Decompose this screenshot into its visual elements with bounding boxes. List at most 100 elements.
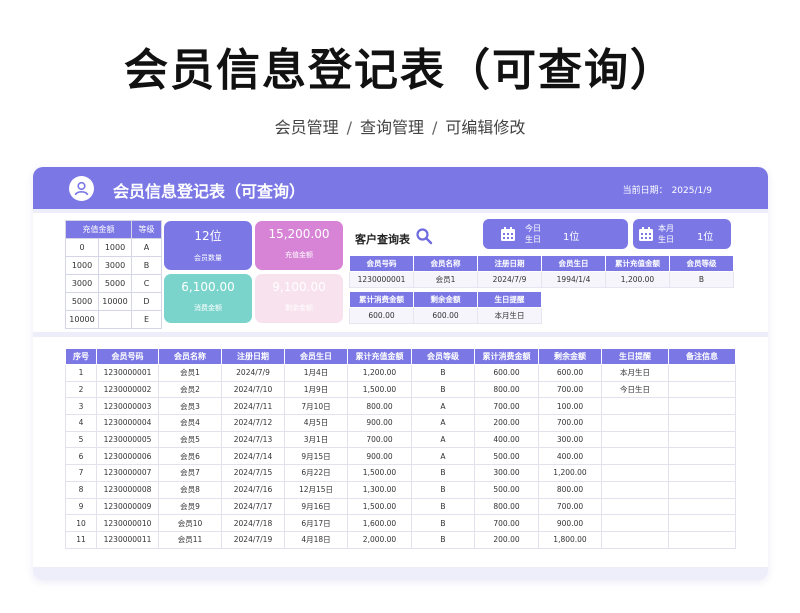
table-cell[interactable]: 2024/7/16 <box>221 480 285 499</box>
table-cell[interactable] <box>668 364 736 382</box>
table-cell[interactable] <box>668 397 736 416</box>
table-cell[interactable]: 6月22日 <box>284 464 348 482</box>
table-cell[interactable]: 7 <box>65 464 97 482</box>
table-row[interactable]: 10 1230000010 会员10 2024/7/18 6月17日 1,600.00 B 7… <box>65 514 736 532</box>
table-cell[interactable]: 800.00 <box>474 380 539 399</box>
table-cell[interactable]: A <box>411 447 475 466</box>
table-cell[interactable] <box>668 514 736 532</box>
table-cell[interactable] <box>668 464 736 482</box>
table-cell[interactable]: A <box>411 414 475 432</box>
table-cell[interactable]: 2024/7/11 <box>221 397 285 416</box>
table-cell[interactable]: 800.00 <box>347 397 412 416</box>
table-cell[interactable]: 9月16日 <box>284 497 348 516</box>
table-cell[interactable]: 4月18日 <box>284 530 348 549</box>
table-cell[interactable]: B <box>411 497 475 516</box>
column-header[interactable]: 会员名称 <box>158 348 222 365</box>
table-cell[interactable]: 2024/7/14 <box>221 447 285 466</box>
table-cell[interactable]: 800.00 <box>538 480 602 499</box>
table-cell[interactable] <box>668 530 736 549</box>
table-cell[interactable]: 6 <box>65 447 97 466</box>
table-cell[interactable] <box>601 414 669 432</box>
table-cell[interactable]: 2024/7/12 <box>221 414 285 432</box>
table-cell[interactable]: 1,500.00 <box>347 380 412 399</box>
table-cell[interactable]: A <box>411 430 475 449</box>
column-header[interactable]: 生日提醒 <box>601 348 669 365</box>
table-cell[interactable] <box>668 447 736 466</box>
table-cell[interactable]: 今日生日 <box>601 380 669 399</box>
table-row[interactable]: 3 1230000003 会员3 2024/7/11 7月10日 800.00 A 700.0… <box>65 397 736 416</box>
table-cell[interactable]: 会员6 <box>158 447 222 466</box>
table-cell[interactable]: 2024/7/19 <box>221 530 285 549</box>
table-row[interactable]: 11 1230000011 会员11 2024/7/19 4月18日 2,000.00 B 2… <box>65 530 736 549</box>
table-cell[interactable]: 2024/7/15 <box>221 464 285 482</box>
table-cell[interactable]: 2024/7/9 <box>221 364 285 382</box>
column-header[interactable]: 会员生日 <box>284 348 348 365</box>
table-cell[interactable]: 600.00 <box>538 364 602 382</box>
table-cell[interactable]: 1 <box>65 364 97 382</box>
table-row[interactable]: 9 1230000009 会员9 2024/7/17 9月16日 1,500.00 B 800… <box>65 497 736 516</box>
table-cell[interactable]: 2024/7/13 <box>221 430 285 449</box>
table-cell[interactable]: A <box>411 397 475 416</box>
table-cell[interactable]: 2024/7/10 <box>221 380 285 399</box>
table-cell[interactable]: 会员8 <box>158 480 222 499</box>
table-cell[interactable]: 1230000010 <box>96 514 159 532</box>
table-cell[interactable]: B <box>411 530 475 549</box>
table-cell[interactable]: 会员2 <box>158 380 222 399</box>
table-row[interactable]: 7 1230000007 会员7 2024/7/15 6月22日 1,500.00 B 300… <box>65 464 736 482</box>
table-cell[interactable] <box>668 380 736 399</box>
table-cell[interactable] <box>668 497 736 516</box>
table-cell[interactable] <box>668 414 736 432</box>
table-row[interactable]: 5 1230000005 会员5 2024/7/13 3月1日 700.00 A 400.00… <box>65 430 736 449</box>
table-cell[interactable]: 3 <box>65 397 97 416</box>
table-cell[interactable]: 9月15日 <box>284 447 348 466</box>
breadcrumb-item[interactable]: 查询管理 <box>360 118 424 137</box>
table-cell[interactable]: B <box>411 364 475 382</box>
table-row[interactable]: 6 1230000006 会员6 2024/7/14 9月15日 900.00 A 500.0… <box>65 447 736 466</box>
table-cell[interactable]: 12月15日 <box>284 480 348 499</box>
table-cell[interactable]: 9 <box>65 497 97 516</box>
table-cell[interactable]: 1230000011 <box>96 530 159 549</box>
table-row[interactable]: 8 1230000008 会员8 2024/7/16 12月15日 1,300.00 B 50… <box>65 480 736 499</box>
table-cell[interactable]: 会员10 <box>158 514 222 532</box>
table-cell[interactable]: 4月5日 <box>284 414 348 432</box>
search-icon[interactable] <box>415 227 433 249</box>
table-cell[interactable]: 2 <box>65 380 97 399</box>
table-cell[interactable]: 1,800.00 <box>538 530 602 549</box>
table-cell[interactable] <box>668 480 736 499</box>
table-cell[interactable]: 2,000.00 <box>347 530 412 549</box>
column-header[interactable]: 序号 <box>65 348 97 365</box>
table-cell[interactable]: 3月1日 <box>284 430 348 449</box>
table-row[interactable]: 1 1230000001 会员1 2024/7/9 1月4日 1,200.00 B 600.0… <box>65 364 736 382</box>
table-cell[interactable] <box>601 514 669 532</box>
table-cell[interactable]: 400.00 <box>474 430 539 449</box>
table-cell[interactable]: 500.00 <box>474 447 539 466</box>
table-cell[interactable]: 1230000003 <box>96 397 159 416</box>
table-cell[interactable]: 会员11 <box>158 530 222 549</box>
table-cell[interactable] <box>601 464 669 482</box>
table-cell[interactable]: 1230000005 <box>96 430 159 449</box>
table-cell[interactable]: 会员1 <box>158 364 222 382</box>
table-cell[interactable]: 1月9日 <box>284 380 348 399</box>
table-cell[interactable]: 会员4 <box>158 414 222 432</box>
table-cell[interactable]: 300.00 <box>538 430 602 449</box>
table-cell[interactable] <box>601 530 669 549</box>
column-header[interactable]: 注册日期 <box>221 348 285 365</box>
table-cell[interactable]: 会员5 <box>158 430 222 449</box>
table-cell[interactable]: 600.00 <box>474 364 539 382</box>
column-header[interactable]: 备注信息 <box>668 348 736 365</box>
table-cell[interactable]: 200.00 <box>474 414 539 432</box>
table-cell[interactable]: B <box>411 480 475 499</box>
breadcrumb-item[interactable]: 可编辑修改 <box>445 118 525 137</box>
table-cell[interactable]: 1230000001 <box>96 364 159 382</box>
table-cell[interactable]: 200.00 <box>474 530 539 549</box>
table-cell[interactable] <box>601 480 669 499</box>
table-cell[interactable]: 会员9 <box>158 497 222 516</box>
table-cell[interactable]: B <box>411 464 475 482</box>
table-cell[interactable]: 1230000004 <box>96 414 159 432</box>
table-cell[interactable]: 700.00 <box>538 380 602 399</box>
table-cell[interactable] <box>601 397 669 416</box>
column-header[interactable]: 累计消费金额 <box>474 348 539 365</box>
table-cell[interactable]: B <box>411 380 475 399</box>
table-cell[interactable]: B <box>411 514 475 532</box>
table-cell[interactable]: 会员7 <box>158 464 222 482</box>
